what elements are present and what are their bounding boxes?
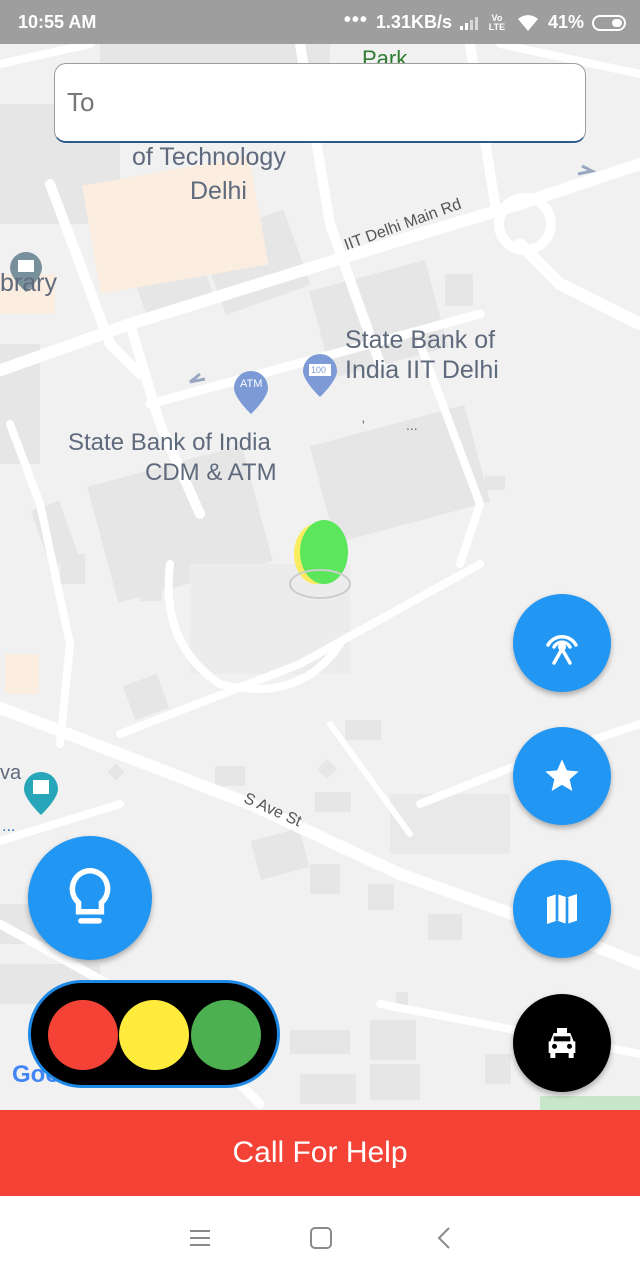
taxi-button[interactable] [513, 994, 611, 1092]
menu-icon[interactable] [188, 1228, 212, 1248]
bank-pin-label: 100 [311, 365, 327, 375]
notification-dots: ••• [343, 8, 368, 31]
label-left-partial: va [0, 762, 22, 784]
traffic-light-green[interactable] [191, 1000, 261, 1070]
taxi-icon [548, 1028, 576, 1058]
signal-tower-icon [546, 635, 578, 665]
label-atm-line2: CDM & ATM [145, 459, 277, 486]
label-atm-line1: State Bank of India [68, 429, 271, 456]
atm-pin-label: ATM [240, 378, 263, 390]
monument-pin-icon [24, 772, 58, 815]
signal-tower-button[interactable] [513, 594, 611, 692]
home-icon[interactable] [309, 1226, 333, 1250]
traffic-light-toggle[interactable] [28, 980, 280, 1088]
map-icon [547, 894, 577, 924]
favorite-button[interactable] [513, 727, 611, 825]
label-dots-left: ... [2, 818, 16, 835]
battery-percentage: 41% [547, 12, 584, 32]
traffic-light-yellow[interactable] [119, 1000, 189, 1070]
wifi-icon [517, 14, 538, 31]
back-icon[interactable] [434, 1226, 454, 1250]
label-sbi-line2: India IIT Delhi [345, 356, 499, 384]
traffic-light-red[interactable] [48, 1000, 118, 1070]
call-for-help-label: Call For Help [232, 1136, 408, 1169]
star-icon [545, 759, 579, 791]
network-speed: 1.31KB/s [375, 12, 452, 32]
label-iit-line1: of Technology [132, 143, 286, 171]
status-time: 10:55 AM [18, 12, 97, 32]
cell-signal-icon [459, 16, 478, 30]
label-dots-mark: ' [362, 417, 365, 433]
map-button[interactable] [513, 860, 611, 958]
battery-icon [592, 14, 626, 31]
idea-button[interactable] [28, 836, 152, 960]
status-bar: 10:55 AM ••• 1.31KB/s Vo LTE 41% [0, 0, 640, 44]
label-dots-bank: ... [406, 417, 418, 433]
status-indicators: ••• 1.31KB/s Vo LTE 41% [343, 8, 626, 33]
destination-input[interactable] [54, 63, 586, 143]
lightbulb-icon [69, 867, 111, 924]
label-sbi-line1: State Bank of [345, 326, 496, 354]
call-for-help-button[interactable]: Call For Help [0, 1110, 640, 1196]
volte-icon: Vo LTE [488, 12, 506, 32]
label-iit-line2: Delhi [190, 177, 247, 205]
label-library: brary [0, 269, 57, 297]
system-nav-bar [0, 1196, 640, 1280]
